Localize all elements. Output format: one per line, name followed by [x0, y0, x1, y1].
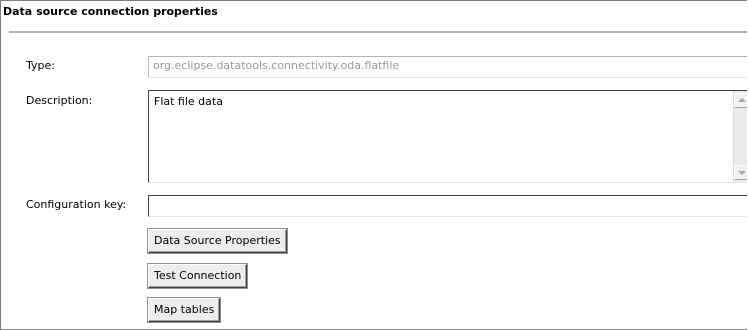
- arrow-up-icon: [738, 98, 746, 102]
- description-textarea[interactable]: Flat file data: [148, 90, 747, 183]
- type-label: Type:: [26, 59, 55, 72]
- title-divider: [9, 31, 747, 33]
- arrow-down-icon: [738, 171, 746, 175]
- section-title: Data source connection properties: [3, 5, 218, 18]
- configuration-key-label: Configuration key:: [26, 198, 127, 211]
- data-source-properties-button[interactable]: Data Source Properties: [148, 229, 287, 253]
- type-value: org.eclipse.datatools.connectivity.oda.f…: [153, 59, 400, 72]
- type-field[interactable]: org.eclipse.datatools.connectivity.oda.f…: [148, 56, 747, 78]
- scroll-up-button[interactable]: [734, 93, 747, 108]
- description-value: Flat file data: [154, 95, 223, 108]
- scroll-down-button[interactable]: [734, 165, 747, 180]
- description-label: Description:: [26, 94, 93, 107]
- configuration-key-input[interactable]: [148, 195, 747, 217]
- connection-properties-panel: Data source connection properties Type: …: [0, 0, 747, 330]
- test-connection-button[interactable]: Test Connection: [148, 264, 248, 288]
- map-tables-button[interactable]: Map tables: [148, 298, 221, 322]
- description-scrollbar[interactable]: [733, 91, 747, 182]
